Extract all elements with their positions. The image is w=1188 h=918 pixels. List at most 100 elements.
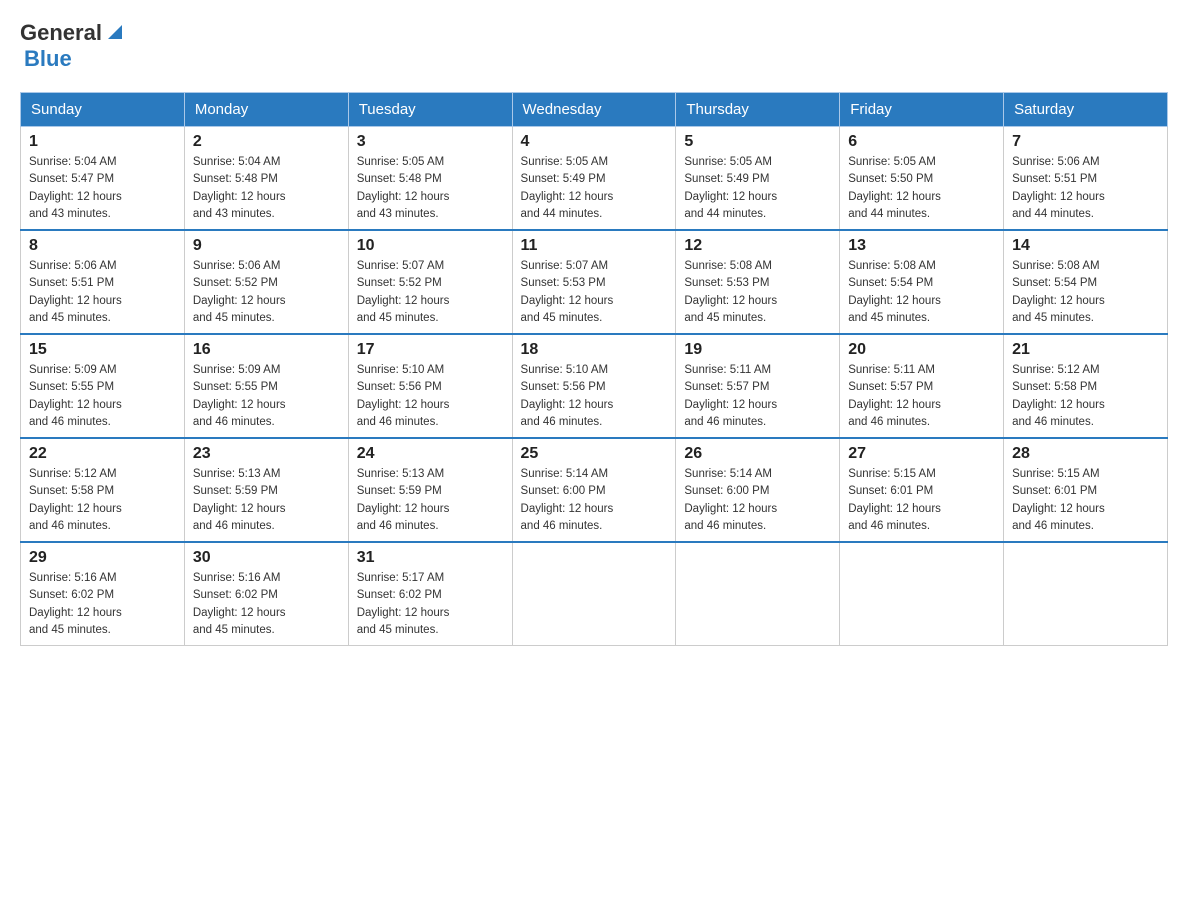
day-info: Sunrise: 5:08 AMSunset: 5:54 PMDaylight:… (1012, 258, 1159, 327)
day-number: 16 (193, 341, 340, 359)
calendar-cell: 26Sunrise: 5:14 AMSunset: 6:00 PMDayligh… (676, 438, 840, 542)
day-number: 31 (357, 549, 504, 567)
day-info: Sunrise: 5:11 AMSunset: 5:57 PMDaylight:… (848, 362, 995, 431)
day-number: 12 (684, 237, 831, 255)
day-info: Sunrise: 5:17 AMSunset: 6:02 PMDaylight:… (357, 570, 504, 639)
logo-general-text: General (20, 20, 102, 46)
logo-triangle-icon (104, 21, 126, 43)
day-number: 7 (1012, 133, 1159, 151)
weekday-header-row: SundayMondayTuesdayWednesdayThursdayFrid… (21, 93, 1168, 127)
day-info: Sunrise: 5:06 AMSunset: 5:51 PMDaylight:… (29, 258, 176, 327)
calendar-cell: 20 Sunrise: 5:11 AMSunset: 5:57 PMDayligh… (840, 334, 1004, 438)
calendar-cell: 15 Sunrise: 5:09 AMSunset: 5:55 PMDayligh… (21, 334, 185, 438)
calendar-week-row: 1Sunrise: 5:04 AMSunset: 5:47 PMDaylight… (21, 127, 1168, 231)
calendar-cell: 11 Sunrise: 5:07 AMSunset: 5:53 PMDayligh… (512, 230, 676, 334)
day-info: Sunrise: 5:08 AMSunset: 5:54 PMDaylight:… (848, 258, 995, 327)
day-number: 14 (1012, 237, 1159, 255)
calendar-cell: 31 Sunrise: 5:17 AMSunset: 6:02 PMDayligh… (348, 542, 512, 646)
day-info: Sunrise: 5:06 AMSunset: 5:51 PMDaylight:… (1012, 154, 1159, 223)
calendar-cell: 9Sunrise: 5:06 AMSunset: 5:52 PMDaylight… (184, 230, 348, 334)
calendar-cell: 2Sunrise: 5:04 AMSunset: 5:48 PMDaylight… (184, 127, 348, 231)
day-info: Sunrise: 5:13 AMSunset: 5:59 PMDaylight:… (193, 466, 340, 535)
weekday-header-saturday: Saturday (1004, 93, 1168, 127)
calendar-cell: 6 Sunrise: 5:05 AMSunset: 5:50 PMDaylight… (840, 127, 1004, 231)
calendar-week-row: 22Sunrise: 5:12 AMSunset: 5:58 PMDayligh… (21, 438, 1168, 542)
weekday-header-friday: Friday (840, 93, 1004, 127)
day-info: Sunrise: 5:15 AMSunset: 6:01 PMDaylight:… (848, 466, 995, 535)
calendar-table: SundayMondayTuesdayWednesdayThursdayFrid… (20, 92, 1168, 646)
weekday-header-sunday: Sunday (21, 93, 185, 127)
day-info: Sunrise: 5:08 AMSunset: 5:53 PMDaylight:… (684, 258, 831, 327)
logo: General Blue (20, 20, 126, 72)
day-info: Sunrise: 5:10 AMSunset: 5:56 PMDaylight:… (357, 362, 504, 431)
day-number: 24 (357, 445, 504, 463)
day-number: 28 (1012, 445, 1159, 463)
day-number: 15 (29, 341, 176, 359)
day-number: 18 (521, 341, 668, 359)
day-info: Sunrise: 5:09 AMSunset: 5:55 PMDaylight:… (193, 362, 340, 431)
weekday-header-wednesday: Wednesday (512, 93, 676, 127)
calendar-cell: 10 Sunrise: 5:07 AMSunset: 5:52 PMDayligh… (348, 230, 512, 334)
day-info: Sunrise: 5:15 AMSunset: 6:01 PMDaylight:… (1012, 466, 1159, 535)
day-info: Sunrise: 5:16 AMSunset: 6:02 PMDaylight:… (29, 570, 176, 639)
day-number: 5 (684, 133, 831, 151)
calendar-cell: 14 Sunrise: 5:08 AMSunset: 5:54 PMDayligh… (1004, 230, 1168, 334)
day-info: Sunrise: 5:12 AMSunset: 5:58 PMDaylight:… (1012, 362, 1159, 431)
calendar-week-row: 29 Sunrise: 5:16 AMSunset: 6:02 PMDayligh… (21, 542, 1168, 646)
calendar-cell: 3 Sunrise: 5:05 AMSunset: 5:48 PMDaylight… (348, 127, 512, 231)
calendar-cell: 30 Sunrise: 5:16 AMSunset: 6:02 PMDayligh… (184, 542, 348, 646)
day-info: Sunrise: 5:07 AMSunset: 5:52 PMDaylight:… (357, 258, 504, 327)
day-info: Sunrise: 5:07 AMSunset: 5:53 PMDaylight:… (521, 258, 668, 327)
day-number: 13 (848, 237, 995, 255)
day-number: 4 (521, 133, 668, 151)
day-number: 23 (193, 445, 340, 463)
day-number: 17 (357, 341, 504, 359)
calendar-cell: 7 Sunrise: 5:06 AMSunset: 5:51 PMDaylight… (1004, 127, 1168, 231)
day-info: Sunrise: 5:14 AMSunset: 6:00 PMDaylight:… (521, 466, 668, 535)
day-number: 9 (193, 237, 340, 255)
weekday-header-thursday: Thursday (676, 93, 840, 127)
calendar-cell: 25 Sunrise: 5:14 AMSunset: 6:00 PMDayligh… (512, 438, 676, 542)
day-info: Sunrise: 5:04 AMSunset: 5:48 PMDaylight:… (193, 154, 340, 223)
day-info: Sunrise: 5:11 AMSunset: 5:57 PMDaylight:… (684, 362, 831, 431)
day-number: 3 (357, 133, 504, 151)
day-number: 30 (193, 549, 340, 567)
calendar-cell: 28 Sunrise: 5:15 AMSunset: 6:01 PMDayligh… (1004, 438, 1168, 542)
day-number: 10 (357, 237, 504, 255)
calendar-cell: 17 Sunrise: 5:10 AMSunset: 5:56 PMDayligh… (348, 334, 512, 438)
day-number: 29 (29, 549, 176, 567)
day-info: Sunrise: 5:13 AMSunset: 5:59 PMDaylight:… (357, 466, 504, 535)
calendar-cell (1004, 542, 1168, 646)
day-info: Sunrise: 5:09 AMSunset: 5:55 PMDaylight:… (29, 362, 176, 431)
day-number: 6 (848, 133, 995, 151)
day-number: 22 (29, 445, 176, 463)
calendar-cell: 16 Sunrise: 5:09 AMSunset: 5:55 PMDayligh… (184, 334, 348, 438)
calendar-cell: 29 Sunrise: 5:16 AMSunset: 6:02 PMDayligh… (21, 542, 185, 646)
calendar-week-row: 15 Sunrise: 5:09 AMSunset: 5:55 PMDayligh… (21, 334, 1168, 438)
calendar-cell: 12 Sunrise: 5:08 AMSunset: 5:53 PMDayligh… (676, 230, 840, 334)
calendar-cell: 8Sunrise: 5:06 AMSunset: 5:51 PMDaylight… (21, 230, 185, 334)
day-number: 11 (521, 237, 668, 255)
day-number: 19 (684, 341, 831, 359)
calendar-cell: 13 Sunrise: 5:08 AMSunset: 5:54 PMDayligh… (840, 230, 1004, 334)
weekday-header-tuesday: Tuesday (348, 93, 512, 127)
day-info: Sunrise: 5:05 AMSunset: 5:48 PMDaylight:… (357, 154, 504, 223)
logo-blue-text: Blue (24, 46, 72, 72)
calendar-week-row: 8Sunrise: 5:06 AMSunset: 5:51 PMDaylight… (21, 230, 1168, 334)
day-info: Sunrise: 5:16 AMSunset: 6:02 PMDaylight:… (193, 570, 340, 639)
calendar-cell: 18 Sunrise: 5:10 AMSunset: 5:56 PMDayligh… (512, 334, 676, 438)
day-number: 27 (848, 445, 995, 463)
day-info: Sunrise: 5:10 AMSunset: 5:56 PMDaylight:… (521, 362, 668, 431)
day-info: Sunrise: 5:05 AMSunset: 5:49 PMDaylight:… (684, 154, 831, 223)
day-number: 20 (848, 341, 995, 359)
calendar-cell (512, 542, 676, 646)
calendar-cell: 24 Sunrise: 5:13 AMSunset: 5:59 PMDayligh… (348, 438, 512, 542)
calendar-cell: 22Sunrise: 5:12 AMSunset: 5:58 PMDayligh… (21, 438, 185, 542)
day-number: 26 (684, 445, 831, 463)
day-number: 21 (1012, 341, 1159, 359)
day-number: 25 (521, 445, 668, 463)
calendar-cell: 4Sunrise: 5:05 AMSunset: 5:49 PMDaylight… (512, 127, 676, 231)
day-info: Sunrise: 5:05 AMSunset: 5:50 PMDaylight:… (848, 154, 995, 223)
calendar-cell: 21 Sunrise: 5:12 AMSunset: 5:58 PMDayligh… (1004, 334, 1168, 438)
calendar-cell (840, 542, 1004, 646)
